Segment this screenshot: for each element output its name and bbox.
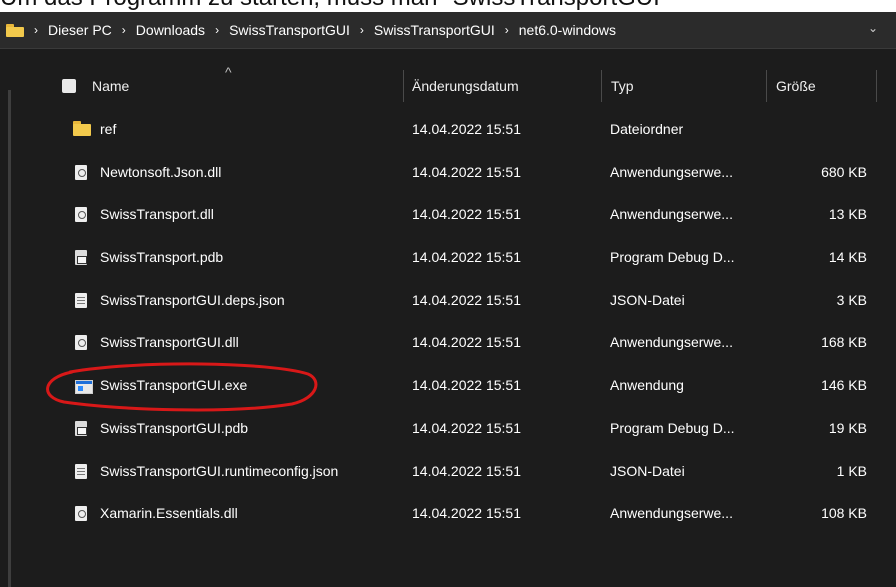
caption-strip: Um das Programm zu starten, muss man "Sw… xyxy=(0,0,896,12)
file-size: 168 KB xyxy=(821,334,867,351)
column-divider[interactable] xyxy=(601,70,602,102)
file-date: 14.04.2022 15:51 xyxy=(412,121,521,137)
file-name: SwissTransport.pdb xyxy=(100,249,224,266)
file-date: 14.04.2022 15:51 xyxy=(412,206,521,223)
breadcrumb-swisstransportgui-sub[interactable]: SwissTransportGUI xyxy=(374,22,495,38)
file-type: Anwendungserwe... xyxy=(610,206,733,223)
column-date[interactable]: Änderungsdatum xyxy=(412,66,519,106)
file-name: SwissTransportGUI.pdb xyxy=(100,419,249,436)
file-size: 146 KB xyxy=(821,377,867,394)
json-file-icon xyxy=(75,292,87,308)
file-name: Newtonsoft.Json.dll xyxy=(100,163,222,180)
file-date: 14.04.2022 15:51 xyxy=(412,163,521,180)
json-file-icon xyxy=(75,463,87,479)
column-divider[interactable] xyxy=(876,70,877,102)
file-row[interactable]: Xamarin.Essentials.dll 14.04.2022 15:51 … xyxy=(0,492,896,535)
file-type: Anwendungserwe... xyxy=(610,505,733,522)
file-name: SwissTransportGUI.dll xyxy=(100,334,239,351)
pdb-file-icon xyxy=(75,250,87,266)
file-size: 1 KB xyxy=(836,462,867,479)
breadcrumb-separator: › xyxy=(504,23,509,37)
file-name: SwissTransport.dll xyxy=(100,206,214,223)
file-size: 13 KB xyxy=(828,206,867,223)
file-row[interactable]: SwissTransportGUI.runtimeconfig.json 14.… xyxy=(0,450,896,493)
breadcrumb-dieser-pc[interactable]: Dieser PC xyxy=(48,22,112,38)
caption-text: Um das Programm zu starten, muss man "Sw… xyxy=(0,0,660,12)
dll-file-icon xyxy=(75,207,87,223)
file-row[interactable]: SwissTransport.pdb 14.04.2022 15:51 Prog… xyxy=(0,236,896,279)
file-date: 14.04.2022 15:51 xyxy=(412,462,521,479)
file-date: 14.04.2022 15:51 xyxy=(412,249,521,266)
address-bar[interactable]: › Dieser PC › Downloads › SwissTransport… xyxy=(0,12,896,49)
file-name: SwissTransportGUI.runtimeconfig.json xyxy=(100,462,339,479)
file-date: 14.04.2022 15:51 xyxy=(412,334,521,351)
column-divider[interactable] xyxy=(766,70,767,102)
dll-file-icon xyxy=(75,335,87,351)
column-name[interactable]: Name xyxy=(92,66,129,106)
file-row[interactable]: ref 14.04.2022 15:51 Dateiordner xyxy=(0,108,896,151)
pdb-file-icon xyxy=(75,420,87,436)
breadcrumb-net6-windows[interactable]: net6.0-windows xyxy=(519,22,616,38)
file-row[interactable]: Newtonsoft.Json.dll 14.04.2022 15:51 Anw… xyxy=(0,151,896,194)
file-type: Anwendungserwe... xyxy=(610,334,733,351)
file-row[interactable]: SwissTransportGUI.dll 14.04.2022 15:51 A… xyxy=(0,321,896,364)
file-size: 3 KB xyxy=(836,291,867,308)
file-type: Dateiordner xyxy=(610,121,684,137)
folder-icon xyxy=(73,121,91,136)
sort-ascending-icon: ^ xyxy=(225,64,232,80)
breadcrumb-separator: › xyxy=(34,23,38,37)
file-date: 14.04.2022 15:51 xyxy=(412,291,521,308)
file-size xyxy=(760,108,867,151)
file-date: 14.04.2022 15:51 xyxy=(412,419,521,436)
file-size: 108 KB xyxy=(821,505,867,522)
file-name: ref xyxy=(100,121,117,137)
file-name: SwissTransportGUI.exe xyxy=(100,377,248,394)
file-type: Anwendungserwe... xyxy=(610,163,733,180)
dll-file-icon xyxy=(75,164,87,180)
exe-file-icon xyxy=(75,380,93,395)
breadcrumb-separator: › xyxy=(121,23,126,37)
column-type[interactable]: Typ xyxy=(611,66,634,106)
dll-file-icon xyxy=(75,506,87,522)
breadcrumb-downloads[interactable]: Downloads xyxy=(136,22,205,38)
file-type: Program Debug D... xyxy=(610,249,735,266)
file-type: Anwendung xyxy=(610,377,684,394)
file-name: Xamarin.Essentials.dll xyxy=(100,505,238,522)
file-type: Program Debug D... xyxy=(610,419,735,436)
file-row[interactable]: SwissTransportGUI.deps.json 14.04.2022 1… xyxy=(0,279,896,322)
file-date: 14.04.2022 15:51 xyxy=(412,377,521,394)
breadcrumb-separator: › xyxy=(215,23,220,37)
file-date: 14.04.2022 15:51 xyxy=(412,505,521,522)
chevron-down-icon[interactable]: ⌄ xyxy=(868,21,878,35)
file-row[interactable]: SwissTransport.dll 14.04.2022 15:51 Anwe… xyxy=(0,193,896,236)
column-size[interactable]: Größe xyxy=(776,66,816,106)
column-header: ^ Name Änderungsdatum Typ Größe xyxy=(0,64,896,106)
breadcrumb-separator: › xyxy=(359,23,364,37)
select-all-checkbox[interactable] xyxy=(62,79,76,93)
column-divider[interactable] xyxy=(403,70,404,102)
file-row[interactable]: SwissTransportGUI.exe 14.04.2022 15:51 A… xyxy=(0,364,896,407)
file-size: 14 KB xyxy=(828,249,867,266)
file-list: ref 14.04.2022 15:51 Dateiordner Newtons… xyxy=(0,108,896,535)
breadcrumb-swisstransportgui[interactable]: SwissTransportGUI xyxy=(229,22,350,38)
folder-icon xyxy=(6,23,24,37)
file-row[interactable]: SwissTransportGUI.pdb 14.04.2022 15:51 P… xyxy=(0,407,896,450)
file-name: SwissTransportGUI.deps.json xyxy=(100,291,285,308)
file-type: JSON-Datei xyxy=(610,462,685,479)
file-size: 680 KB xyxy=(821,163,867,180)
file-type: JSON-Datei xyxy=(610,291,685,308)
file-size: 19 KB xyxy=(828,419,867,436)
